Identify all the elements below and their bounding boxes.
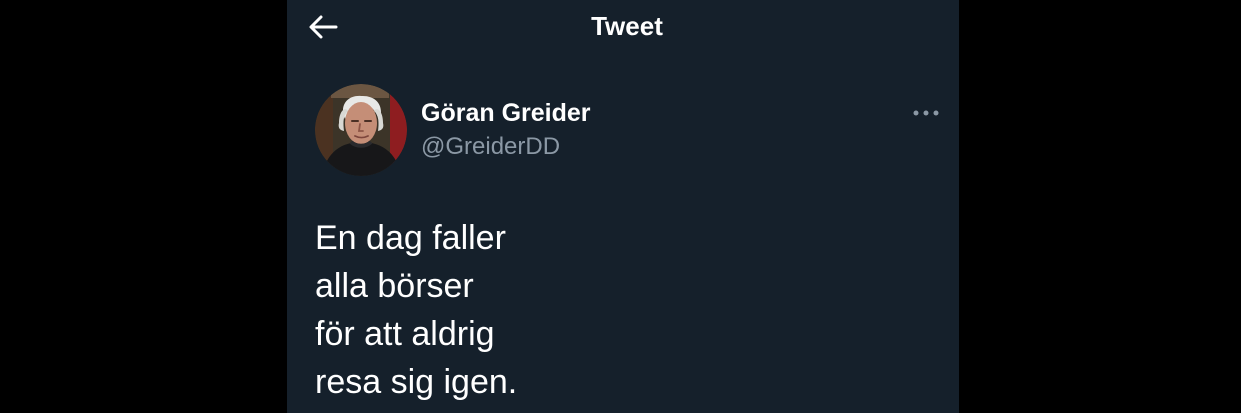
page-title: Tweet <box>591 11 663 41</box>
tweet-text-line: En dag faller <box>315 219 506 257</box>
tweet-text-line: för att aldrig <box>315 315 495 353</box>
tweet-text-line: resa sig igen. <box>315 363 518 401</box>
tweet-detail-panel: Tweet Göran Greider @GreiderDD En dag fa… <box>287 0 959 413</box>
author-name[interactable]: Göran Greider <box>421 98 591 128</box>
left-letterbox <box>0 0 287 413</box>
tweet-text-line: alla börser <box>315 267 474 305</box>
right-letterbox <box>959 0 1241 413</box>
author-handle[interactable]: @GreiderDD <box>421 132 560 162</box>
avatar[interactable] <box>315 84 407 176</box>
top-app-bar: Tweet <box>287 0 959 54</box>
tweet-author: Göran Greider @GreiderDD <box>315 84 945 176</box>
tweet-text: En dag faller alla börser för att aldrig… <box>315 214 935 406</box>
more-options-button[interactable] <box>903 98 949 128</box>
more-horizontal-icon <box>913 110 939 116</box>
